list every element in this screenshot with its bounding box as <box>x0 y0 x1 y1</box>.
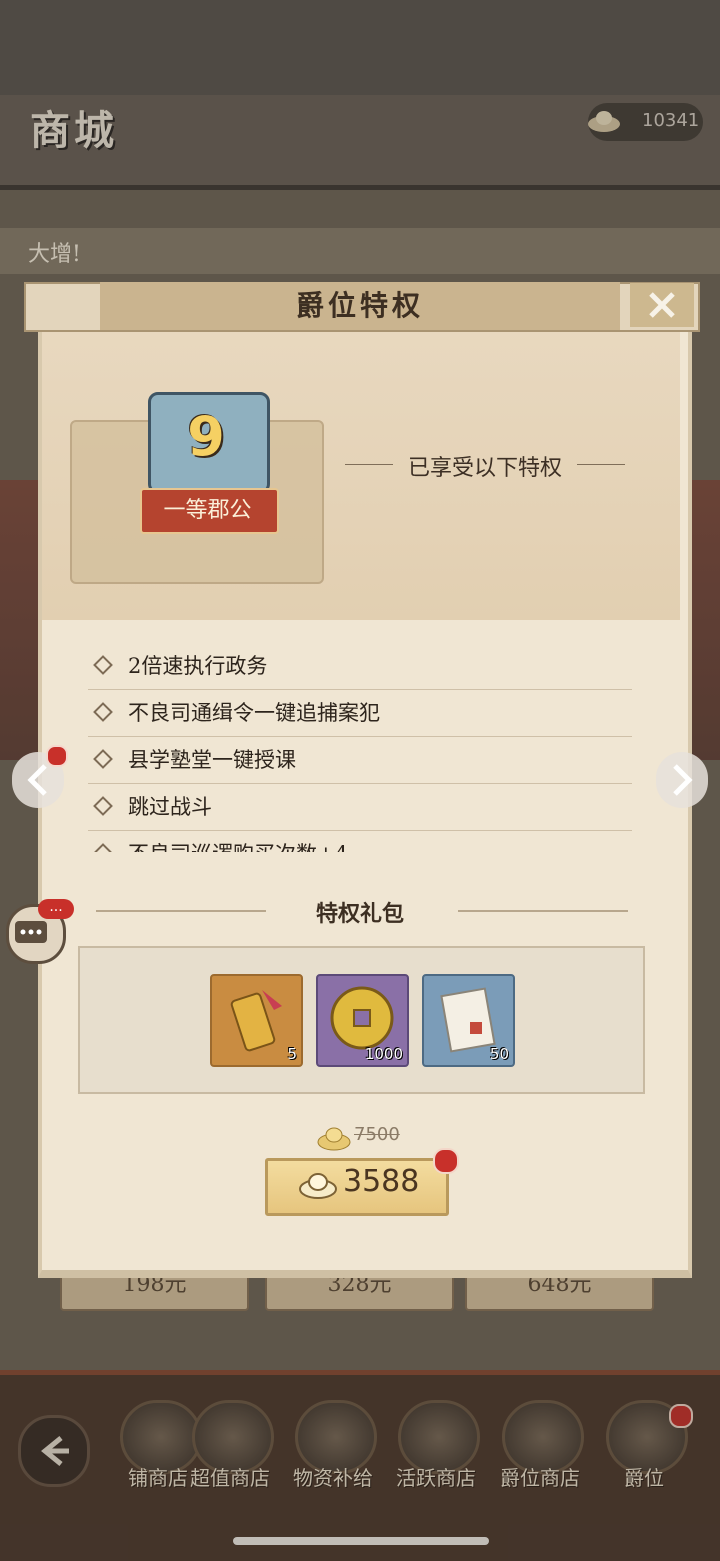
item-token[interactable]: 5 <box>210 974 303 1067</box>
privilege-text: 县学塾堂一键授课 <box>128 748 296 772</box>
privileges-heading-text: 已享受以下特权 <box>407 456 562 481</box>
privilege-text: 2倍速执行政务 <box>128 654 268 678</box>
notification-badge <box>46 745 68 767</box>
close-icon <box>649 292 675 318</box>
buy-price: 3588 <box>343 1164 420 1199</box>
rank-level: 9 <box>187 405 225 468</box>
item-count: 5 <box>287 1045 297 1063</box>
modal-title: 爵位特权 <box>295 289 424 322</box>
pack-title: 特权礼包 <box>315 901 404 927</box>
chat-badge: ... <box>38 899 74 919</box>
privilege-text: 不良司通缉令一键追捕案犯 <box>128 701 380 725</box>
diamond-icon <box>93 749 113 769</box>
privilege-text: 不良司巡逻购买次数+4 <box>128 838 348 852</box>
chevron-right-icon <box>673 764 693 796</box>
privileges-list[interactable]: 2倍速执行政务 不良司通缉令一键追捕案犯 县学塾堂一键授课 跳过战斗 不良司巡逻… <box>60 642 660 852</box>
privileges-heading: 已享受以下特权 <box>345 450 625 482</box>
diamond-icon <box>93 702 113 722</box>
list-item: 2倍速执行政务 <box>88 642 632 690</box>
list-item: 县学塾堂一键授课 <box>88 736 632 784</box>
diamond-icon <box>93 843 113 852</box>
original-price: 7500 <box>354 1124 400 1145</box>
ingot-icon <box>299 1173 337 1199</box>
chevron-left-icon <box>27 764 47 796</box>
list-item: 跳过战斗 <box>88 783 632 831</box>
privilege-text: 跳过战斗 <box>128 795 212 819</box>
diamond-icon <box>93 796 113 816</box>
notification-badge <box>433 1148 459 1174</box>
item-count: 50 <box>489 1045 509 1063</box>
list-item: 不良司巡逻购买次数+4 <box>88 830 632 852</box>
item-count: 1000 <box>364 1045 403 1063</box>
close-button[interactable] <box>630 283 694 327</box>
item-coin[interactable]: 1000 <box>316 974 409 1067</box>
diamond-icon <box>93 655 113 675</box>
next-rank-button[interactable] <box>656 752 708 808</box>
list-item: 不良司通缉令一键追捕案犯 <box>88 689 632 737</box>
rank-title: 一等郡公 <box>163 498 252 523</box>
item-letter[interactable]: 50 <box>422 974 515 1067</box>
